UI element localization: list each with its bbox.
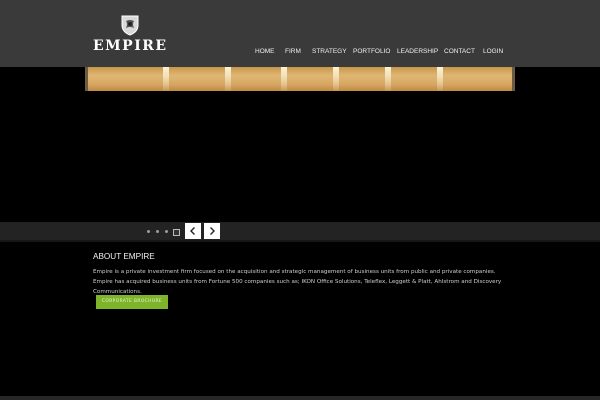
about-heading: ABOUT EMPIRE xyxy=(93,252,155,261)
nav-login[interactable]: LOGIN xyxy=(483,48,503,55)
slider-prev-button[interactable] xyxy=(185,223,201,239)
nav-strategy[interactable]: STRATEGY xyxy=(312,48,347,55)
slider-dot[interactable] xyxy=(147,230,150,233)
main-nav: HOME FIRM STRATEGY PORTFOLIO LEADERSHIP … xyxy=(0,48,600,58)
corporate-brochure-button[interactable]: CORPORATE BROCHURE xyxy=(96,295,168,309)
nav-firm[interactable]: FIRM xyxy=(285,48,301,55)
chevron-right-icon xyxy=(210,227,215,235)
site-header: EMPIRE HOME FIRM STRATEGY PORTFOLIO LEAD… xyxy=(0,0,600,67)
shield-crest-icon[interactable] xyxy=(119,13,141,37)
section-divider xyxy=(0,240,600,242)
slider-controls xyxy=(0,222,600,240)
nav-contact[interactable]: CONTACT xyxy=(444,48,475,55)
about-description: Empire is a private investment firm focu… xyxy=(93,269,502,295)
nav-leadership[interactable]: LEADERSHIP xyxy=(397,48,438,55)
image-frame xyxy=(85,67,515,91)
chevron-left-icon xyxy=(190,227,195,235)
slider-dot-active[interactable] xyxy=(173,229,180,236)
slider-dot[interactable] xyxy=(156,230,159,233)
nav-portfolio[interactable]: PORTFOLIO xyxy=(353,48,390,55)
nav-home[interactable]: HOME xyxy=(255,48,275,55)
slider-next-button[interactable] xyxy=(204,223,220,239)
footer-strip xyxy=(0,396,600,400)
hero-slide-image xyxy=(85,67,515,91)
slider-dot[interactable] xyxy=(165,230,168,233)
